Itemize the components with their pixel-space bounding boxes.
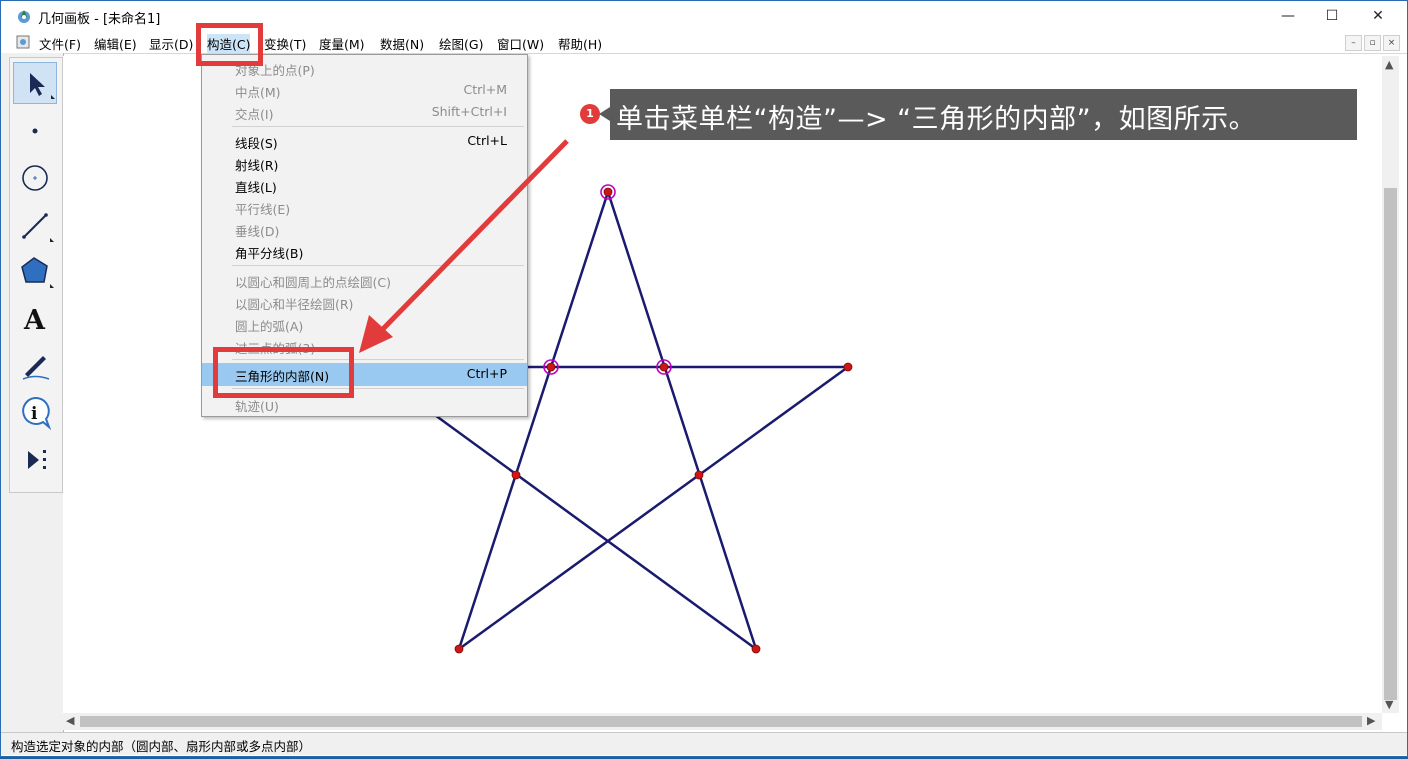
star-point[interactable] — [546, 362, 556, 372]
point-icon — [32, 128, 38, 134]
status-text: 构造选定对象的内部（圆内部、扇形内部或多点内部） — [11, 739, 312, 754]
custom-tool-icon — [28, 450, 46, 469]
menu-measure[interactable]: 度量(M) — [319, 34, 365, 53]
menu-file[interactable]: 文件(F) — [39, 34, 81, 53]
scroll-right-arrow[interactable]: ▶ — [1367, 714, 1375, 727]
tool-point[interactable] — [13, 110, 57, 152]
star-point[interactable] — [511, 470, 521, 480]
menu-window[interactable]: 窗口(W) — [497, 34, 544, 53]
callout-pointer — [599, 107, 610, 121]
star-point[interactable] — [659, 362, 669, 372]
menu-item-arc-on-circle[interactable]: 圆上的弧(A) — [202, 313, 527, 335]
document-icon[interactable] — [16, 35, 30, 49]
menu-help[interactable]: 帮助(H) — [558, 34, 602, 53]
menu-item-circle-center-point[interactable]: 以圆心和圆周上的点绘圆(C) — [202, 269, 527, 291]
window-title: 几何画板 - [未命名1] — [38, 12, 161, 27]
star-point[interactable] — [751, 644, 761, 654]
menu-edit[interactable]: 编辑(E) — [94, 34, 137, 53]
information-icon: i — [22, 396, 52, 431]
menu-display[interactable]: 显示(D) — [149, 34, 193, 53]
menu-graph[interactable]: 绘图(G) — [439, 34, 483, 53]
menu-item-midpoint[interactable]: 中点(M) Ctrl+M — [202, 79, 527, 101]
star-point[interactable] — [694, 470, 704, 480]
tool-straightedge[interactable] — [13, 204, 57, 246]
arrow-select-icon — [30, 73, 55, 99]
tool-text[interactable]: A — [13, 297, 57, 339]
tool-information[interactable]: i — [13, 391, 57, 433]
app-window: 几何画板 - [未命名1] — ☐ ✕ 文件(F) 编辑(E) 显示(D) 构造… — [0, 0, 1408, 757]
compass-circle-icon — [22, 165, 48, 191]
horizontal-scroll-thumb[interactable] — [80, 716, 1362, 727]
minimize-button[interactable]: — — [1265, 1, 1311, 31]
scroll-up-arrow[interactable]: ▲ — [1385, 58, 1393, 71]
star-segment[interactable] — [606, 191, 758, 650]
doc-restore-button[interactable]: ▫ — [1364, 35, 1381, 51]
menu-item-intersection[interactable]: 交点(I) Shift+Ctrl+I — [202, 101, 527, 123]
star-point[interactable] — [843, 362, 853, 372]
menu-item-angle-bisector[interactable]: 角平分线(B) — [202, 240, 527, 262]
vertical-scrollbar[interactable]: ▲ ▼ — [1382, 56, 1399, 713]
tool-compass[interactable] — [13, 157, 57, 199]
app-logo-icon — [18, 10, 30, 23]
doc-minimize-button[interactable]: – — [1345, 35, 1362, 51]
instruction-callout: 单击菜单栏“构造”—> “三角形的内部”，如图所示。 — [610, 89, 1357, 140]
menu-item-line[interactable]: 直线(L) — [202, 174, 527, 196]
svg-text:A: A — [23, 305, 46, 336]
status-bar: 构造选定对象的内部（圆内部、扇形内部或多点内部） — [1, 732, 1407, 755]
horizontal-scrollbar[interactable]: ◀ ▶ — [63, 713, 1382, 730]
close-button[interactable]: ✕ — [1355, 1, 1401, 31]
menu-separator — [232, 265, 524, 266]
menu-item-parallel-line[interactable]: 平行线(E) — [202, 196, 527, 218]
scroll-down-arrow[interactable]: ▼ — [1385, 698, 1393, 711]
marker-pen-icon — [22, 356, 50, 380]
highlight-box-construct-menu — [196, 23, 263, 66]
svg-text:i: i — [31, 404, 38, 424]
polygon-icon — [21, 257, 54, 288]
doc-close-button[interactable]: × — [1383, 35, 1400, 51]
text-icon: A — [23, 305, 46, 336]
instruction-text: 单击菜单栏“构造”—> “三角形的内部”，如图所示。 — [616, 104, 1257, 135]
tool-custom[interactable] — [13, 439, 57, 481]
star-point[interactable] — [603, 187, 613, 197]
tool-select[interactable] — [13, 62, 57, 104]
segment-straightedge-icon — [22, 213, 54, 242]
vertical-scroll-thumb[interactable] — [1384, 188, 1397, 700]
menu-item-perpendicular-line[interactable]: 垂线(D) — [202, 218, 527, 240]
maximize-button[interactable]: ☐ — [1309, 1, 1355, 31]
menu-item-segment[interactable]: 线段(S) Ctrl+L — [202, 130, 527, 152]
step-badge: 1 — [580, 104, 600, 124]
star-point[interactable] — [454, 644, 464, 654]
menu-transform[interactable]: 变换(T) — [264, 34, 306, 53]
menu-item-ray[interactable]: 射线(R) — [202, 152, 527, 174]
menu-item-circle-center-radius[interactable]: 以圆心和半径绘圆(R) — [202, 291, 527, 313]
highlight-box-triangle-interior — [213, 347, 354, 398]
tool-marker[interactable] — [13, 344, 57, 386]
menu-data[interactable]: 数据(N) — [380, 34, 424, 53]
scroll-left-arrow[interactable]: ◀ — [66, 714, 74, 727]
toolbox: A i — [9, 57, 63, 493]
menu-separator — [232, 126, 524, 127]
tool-polygon[interactable] — [13, 250, 57, 292]
